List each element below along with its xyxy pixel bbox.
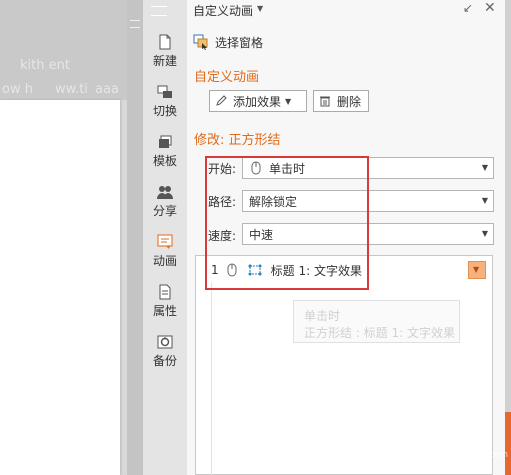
- backup-icon: [157, 335, 173, 349]
- sidebar-item-properties[interactable]: 属性: [143, 280, 187, 324]
- sidebar-item-label: 属性: [152, 304, 177, 318]
- sidebar-collapse-icon[interactable]: [151, 6, 167, 16]
- start-label: 开始:: [208, 162, 237, 176]
- slide-header-region: kith ent ow h ww.ti aaa: [0, 0, 127, 100]
- path-value: 解除锁定: [249, 194, 298, 209]
- path-effect-icon: [248, 264, 262, 276]
- path-select[interactable]: 解除锁定 ▼: [242, 190, 494, 212]
- sidebar-item-template[interactable]: 模板: [143, 130, 187, 174]
- add-effect-label: 添加效果: [233, 94, 282, 109]
- slide-watermark-text: ww.ti: [55, 82, 88, 97]
- start-select[interactable]: 单击时 ▼: [242, 157, 494, 179]
- new-file-icon: [159, 34, 171, 50]
- chevron-down-icon: ▼: [481, 196, 488, 205]
- list-item-number: 1: [211, 263, 219, 277]
- select-pane-icon: [193, 34, 208, 50]
- template-icon: [159, 135, 172, 148]
- list-item-dropdown-button[interactable]: ▼: [468, 261, 486, 279]
- switch-icon: [157, 85, 172, 98]
- sidebar-item-label: 动画: [152, 254, 177, 268]
- sidebar-item-animation[interactable]: 动画: [143, 230, 187, 274]
- undock-icon[interactable]: ↙: [463, 1, 473, 15]
- list-item[interactable]: 1 标题 1: 文字效果: [197, 259, 487, 281]
- tooltip: 单击时 正方形结 : 标题 1: 文字效果: [293, 300, 460, 343]
- select-pane-button[interactable]: 选择窗格: [193, 32, 263, 52]
- sidebar-item-label: 模板: [152, 154, 177, 168]
- panel-title[interactable]: 自定义动画: [193, 2, 253, 19]
- share-icon: [157, 186, 173, 199]
- trash-icon: [320, 96, 330, 107]
- slide-editing-area: kith ent ow h ww.ti aaa: [0, 0, 127, 475]
- chevron-down-icon: ▼: [285, 96, 292, 106]
- mouse-icon: [227, 263, 237, 277]
- chevron-down-icon: ▼: [473, 265, 480, 274]
- sidebar-item-label: 切换: [152, 104, 177, 118]
- select-pane-label: 选择窗格: [215, 35, 264, 50]
- watermark: Bai 经验: [395, 424, 470, 445]
- add-effect-button[interactable]: 添加效果 ▼: [209, 90, 307, 112]
- animation-icon: [157, 234, 173, 249]
- mouse-icon: [251, 161, 261, 175]
- watermark-url: jingyan.baidu.com: [425, 450, 509, 460]
- custom-animation-panel: 自定义动画 ▼ ↙ ✕ 选择窗格 自定义动画 添加效果 ▼ 删除 修改: 正方形…: [187, 0, 505, 475]
- sidebar-item-switch[interactable]: 切换: [143, 80, 187, 124]
- section-title: 自定义动画: [194, 70, 260, 85]
- scrollbar-thumb[interactable]: [505, 412, 511, 475]
- panel-splitter[interactable]: [127, 0, 143, 475]
- sidebar-item-new[interactable]: 新建: [143, 30, 187, 74]
- chevron-down-icon: ▼: [481, 163, 488, 172]
- list-divider: [211, 282, 212, 475]
- path-label: 路径:: [208, 195, 237, 209]
- speed-value: 中速: [249, 227, 274, 242]
- speed-label: 速度:: [208, 229, 237, 243]
- properties-icon: [159, 284, 171, 300]
- tooltip-line: 单击时: [304, 309, 341, 323]
- pencil-icon: [216, 95, 227, 106]
- modify-heading: 修改: 正方形结: [194, 133, 281, 148]
- splitter-grip-icon: [130, 20, 140, 28]
- delete-button[interactable]: 删除: [313, 90, 369, 112]
- delete-label: 删除: [337, 94, 362, 109]
- list-item-text: 标题 1: 文字效果: [270, 263, 362, 278]
- sidebar-item-label: 新建: [152, 54, 177, 68]
- panel-scrollbar[interactable]: [505, 0, 511, 475]
- sidebar-item-label: 备份: [152, 354, 177, 368]
- slide-watermark-text: ow h: [2, 82, 33, 97]
- start-value: 单击时: [269, 161, 306, 176]
- chevron-down-icon: ▼: [481, 229, 488, 238]
- speed-select[interactable]: 中速 ▼: [242, 223, 494, 245]
- close-icon[interactable]: ✕: [484, 0, 496, 16]
- sidebar-item-backup[interactable]: 备份: [143, 330, 187, 374]
- chevron-down-icon[interactable]: ▼: [257, 4, 263, 13]
- tooltip-line: 正方形结 : 标题 1: 文字效果: [304, 326, 455, 340]
- sidebar-item-label: 分享: [152, 204, 177, 218]
- task-sidebar: 新建 切换 模板 分享 动画 属性 备份: [143, 0, 187, 475]
- sidebar-item-share[interactable]: 分享: [143, 180, 187, 224]
- slide-canvas[interactable]: [0, 100, 120, 475]
- slide-watermark-text: aaa: [95, 82, 119, 97]
- slide-watermark-text: kith ent: [20, 58, 70, 73]
